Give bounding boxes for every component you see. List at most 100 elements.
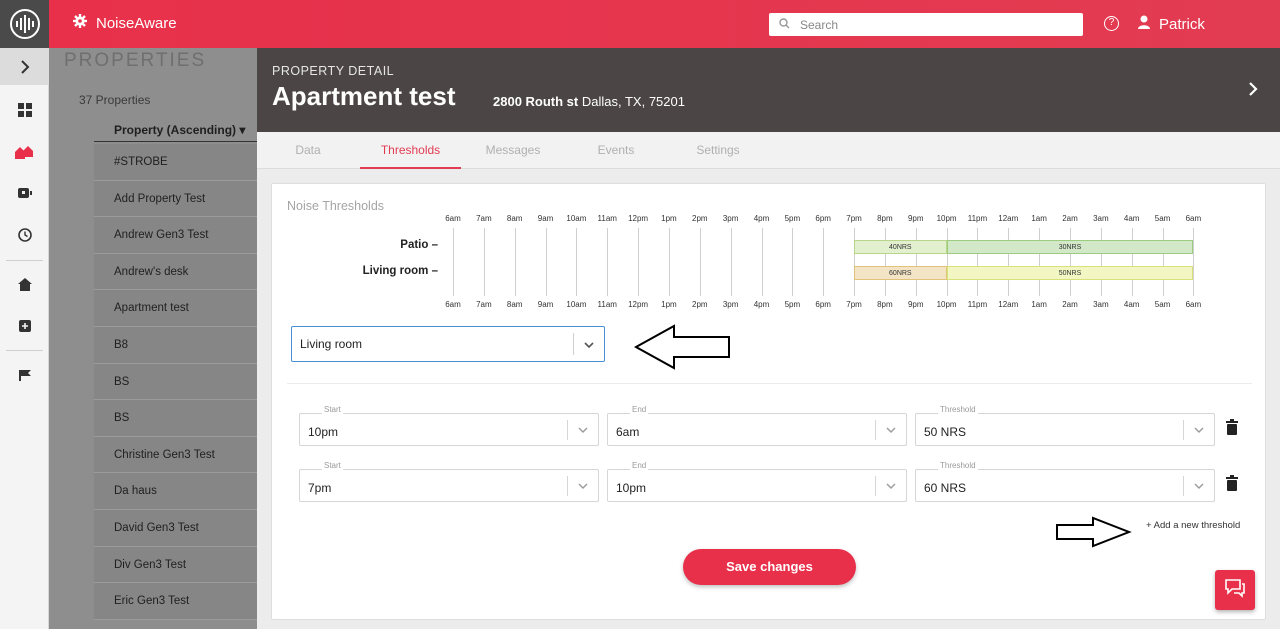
timeline-hour-label: 5pm: [784, 214, 801, 223]
list-item[interactable]: Apartment test: [94, 290, 280, 327]
threshold-segment[interactable]: 60NRS: [854, 266, 947, 280]
chevron-down-icon: [876, 424, 906, 436]
end-select[interactable]: End 10pm: [607, 461, 907, 502]
dashboard-icon[interactable]: [0, 95, 49, 125]
chat-icon: [1224, 578, 1246, 603]
timeline-hour-label: 12pm: [628, 300, 649, 309]
tab-messages[interactable]: Messages: [481, 132, 545, 169]
add-device-icon[interactable]: [0, 311, 49, 341]
timeline-hour-label: 11am: [597, 300, 617, 309]
add-threshold-link[interactable]: + Add a new threshold: [1146, 520, 1240, 531]
expand-sidebar-button[interactable]: [0, 48, 49, 85]
brand[interactable]: NoiseAware: [73, 14, 177, 32]
threshold-segment[interactable]: 40NRS: [854, 240, 947, 254]
timeline-hour-label: 10am: [566, 214, 587, 223]
room-select[interactable]: Living room: [291, 326, 605, 362]
timeline-hour-label: 9pm: [907, 214, 924, 223]
timeline-gridline: [854, 228, 856, 296]
end-value: 6am: [616, 424, 640, 439]
chevron-down-icon: [568, 480, 598, 492]
timeline-gridline: [977, 228, 979, 296]
list-item[interactable]: Da haus: [94, 473, 280, 510]
tab-settings[interactable]: Settings: [687, 132, 749, 169]
threshold-value: 50 NRS: [924, 424, 967, 439]
chevron-right-icon[interactable]: [1248, 80, 1258, 101]
list-item[interactable]: Div Gen3 Test: [94, 546, 280, 584]
timeline-gridline: [638, 228, 640, 296]
properties-list: #STROBE Add Property Test Andrew Gen3 Te…: [94, 144, 280, 620]
timeline-hour-label: 4am: [1123, 214, 1140, 223]
list-item[interactable]: Andrew Gen3 Test: [94, 217, 280, 254]
timeline-hour-label: 7am: [476, 214, 492, 223]
search-input[interactable]: [800, 17, 1060, 32]
help-icon[interactable]: ?: [1104, 16, 1119, 31]
timeline-gridline: [823, 228, 825, 296]
flag-icon[interactable]: [0, 360, 49, 390]
device-icon[interactable]: [0, 178, 49, 208]
noiseaware-logo[interactable]: [0, 0, 49, 48]
trash-icon[interactable]: [1226, 419, 1240, 435]
detail-tabs: Data Thresholds Messages Events Settings: [257, 132, 1280, 169]
save-changes-button[interactable]: Save changes: [683, 549, 856, 585]
timeline-hour-label: 6am: [1185, 214, 1202, 223]
start-label: Start: [322, 405, 343, 414]
home-icon[interactable]: [0, 269, 49, 299]
timeline-hour-label: 3am: [1093, 300, 1109, 309]
list-item[interactable]: B8: [94, 326, 280, 364]
list-item[interactable]: Add Property Test: [94, 180, 280, 218]
timeline-gridline: [1070, 228, 1071, 296]
timeline-gridline: [884, 228, 886, 296]
threshold-segment[interactable]: 30NRS: [946, 240, 1194, 254]
list-item[interactable]: #STROBE: [94, 144, 280, 181]
timeline-gridline: [761, 228, 763, 296]
trash-icon[interactable]: [1226, 475, 1240, 491]
room-select-value: Living room: [300, 337, 363, 351]
timeline-gridline: [668, 228, 670, 296]
chat-button[interactable]: [1215, 570, 1255, 610]
threshold-select[interactable]: Threshold 60 NRS: [915, 461, 1215, 502]
end-select[interactable]: End 6am: [607, 405, 907, 446]
timeline-hour-label: 12am: [998, 214, 1019, 223]
timeline-gridline: [1131, 228, 1133, 296]
timeline-gridline: [699, 228, 701, 296]
timeline-hour-label: 4pm: [753, 300, 770, 309]
start-select[interactable]: Start 7pm: [299, 461, 599, 502]
tab-events[interactable]: Events: [587, 132, 645, 169]
room-row-label: Patio –: [400, 239, 438, 251]
timeline-hour-label: 6pm: [815, 300, 831, 309]
threshold-select[interactable]: Threshold 50 NRS: [915, 405, 1215, 446]
list-item[interactable]: Eric Gen3 Test: [94, 583, 280, 620]
tab-data[interactable]: Data: [279, 132, 337, 169]
start-select[interactable]: Start 10pm: [299, 405, 599, 446]
search-box[interactable]: [769, 13, 1083, 36]
timeline-hour-label: 7pm: [846, 300, 862, 309]
history-icon[interactable]: [0, 220, 49, 250]
timeline-hour-label: 4pm: [753, 214, 770, 223]
properties-icon[interactable]: [0, 137, 49, 167]
timeline-hour-label: 8am: [506, 300, 523, 309]
threshold-segment[interactable]: 50NRS: [946, 266, 1194, 280]
chevron-down-icon: [568, 424, 598, 436]
list-item[interactable]: BS: [94, 363, 280, 401]
timeline-gridline: [1100, 228, 1102, 296]
start-value: 7pm: [308, 480, 332, 495]
property-sort-header[interactable]: Property (Ascending) ▾: [94, 123, 280, 142]
sound-wave-icon: [9, 9, 40, 39]
timeline-gridline: [1162, 228, 1164, 296]
list-item[interactable]: BS: [94, 400, 280, 437]
timeline-hour-label: 1am: [1031, 214, 1047, 223]
timeline-gridline: [514, 228, 516, 296]
chevron-down-icon: [876, 480, 906, 492]
list-item[interactable]: David Gen3 Test: [94, 509, 280, 547]
tab-thresholds[interactable]: Thresholds: [360, 132, 461, 169]
list-item[interactable]: Christine Gen3 Test: [94, 436, 280, 474]
list-item[interactable]: Andrew's desk: [94, 253, 280, 291]
chevron-down-icon: [1184, 480, 1214, 492]
timeline-hour-label: 4am: [1123, 300, 1140, 309]
app-name: NoiseAware: [96, 14, 177, 32]
timeline-hour-label: 9pm: [907, 300, 924, 309]
user-menu[interactable]: Patrick: [1138, 15, 1205, 33]
timeline-gridline: [453, 228, 454, 296]
left-rail: [0, 0, 49, 629]
threshold-label: Threshold: [938, 405, 978, 414]
